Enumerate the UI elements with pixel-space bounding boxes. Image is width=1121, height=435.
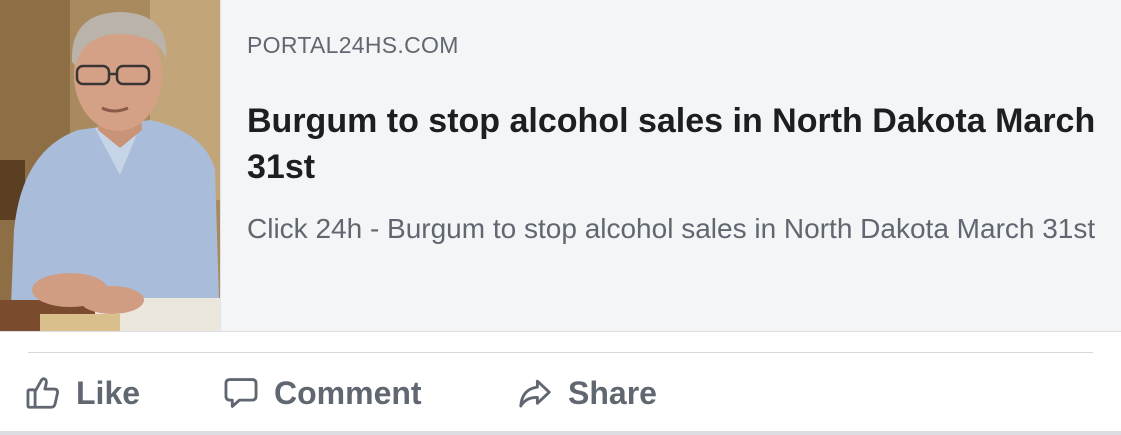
link-domain: PORTAL24HS.COM [247,32,459,58]
action-divider [28,352,1093,353]
thumbs-up-icon [24,374,62,412]
share-label: Share [568,374,657,411]
share-button[interactable]: Share [516,362,657,424]
link-description: Click 24h - Burgum to stop alcohol sales… [247,213,1096,244]
like-button[interactable]: Like [24,362,140,424]
share-arrow-icon [516,374,554,412]
link-headline[interactable]: Burgum to stop alcohol sales in North Da… [247,98,1101,190]
comment-label: Comment [274,374,422,411]
like-label: Like [76,374,141,411]
link-text-block: PORTAL24HS.COM Burgum to stop alcohol sa… [221,0,1121,331]
feed-post: PORTAL24HS.COM Burgum to stop alcohol sa… [0,0,1121,435]
speech-bubble-icon [222,374,260,412]
link-preview-card[interactable]: PORTAL24HS.COM Burgum to stop alcohol sa… [0,0,1121,332]
link-thumbnail[interactable] [0,0,221,331]
man-at-desk-photo [0,0,220,331]
comment-button[interactable]: Comment [222,362,422,424]
post-bottom-border [0,431,1121,435]
post-action-bar: Like Comment Share [0,362,1121,424]
